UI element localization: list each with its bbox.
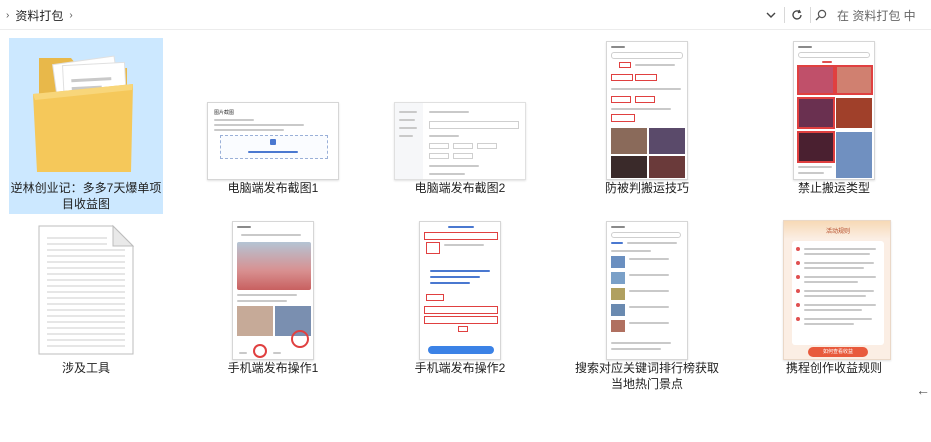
arrow-left-icon[interactable]: ←	[916, 382, 930, 398]
refresh-icon	[792, 9, 802, 20]
file-item-image[interactable]: 活动规则 如何查看收益 携程创作收益规则	[757, 218, 911, 376]
refresh-button[interactable]	[786, 6, 808, 24]
document-thumbnail	[9, 218, 163, 360]
file-item-image[interactable]: 禁止搬运类型	[757, 38, 911, 196]
file-name: 防被判搬运技巧	[604, 181, 689, 195]
breadcrumb: › 资料打包 ›	[6, 7, 73, 23]
folder-icon	[33, 55, 133, 172]
chevron-down-icon	[766, 12, 776, 18]
file-name: 手机端发布操作1	[227, 361, 319, 375]
chevron-right-icon[interactable]: ›	[6, 10, 9, 21]
thumb-heading: 图片截图	[214, 110, 235, 116]
file-name: 携程创作收益规则	[785, 361, 882, 375]
text-document-icon	[38, 224, 135, 355]
search-icon	[815, 9, 827, 21]
thumb-button-text: 如何查看收益	[822, 349, 853, 355]
image-thumbnail	[757, 38, 911, 180]
search-input[interactable]: 在 资料打包 中	[837, 7, 916, 24]
file-name: 手机端发布操作2	[414, 361, 506, 375]
toolbar-divider	[810, 7, 811, 23]
thumbnail-preview	[793, 41, 875, 180]
file-item-image[interactable]: 防被判搬运技巧	[570, 38, 724, 196]
file-item-document[interactable]: 涉及工具	[9, 218, 163, 376]
image-thumbnail	[570, 218, 724, 360]
history-dropdown-button[interactable]	[760, 6, 782, 24]
file-name: 禁止搬运类型	[797, 181, 870, 195]
breadcrumb-folder[interactable]: 资料打包	[15, 7, 63, 24]
image-thumbnail	[196, 218, 350, 360]
search-box[interactable]: 在 资料打包 中	[815, 5, 931, 25]
image-thumbnail: 活动规则 如何查看收益	[757, 218, 911, 360]
thumbnail-preview	[419, 221, 501, 360]
thumbnail-preview	[606, 41, 688, 180]
file-name: 逆林创业记：多多7天爆单项目收益图	[10, 181, 162, 211]
file-item-image[interactable]: 电脑端发布截图2	[383, 38, 537, 196]
thumbnail-preview	[394, 102, 526, 180]
thumbnail-preview	[232, 221, 314, 360]
thumbnail-preview: 图片截图	[207, 102, 339, 180]
chevron-right-icon[interactable]: ›	[69, 10, 72, 21]
image-thumbnail: 图片截图	[196, 38, 350, 180]
file-item-image[interactable]: 图片截图 电脑端发布截图1	[196, 38, 350, 196]
thumbnail-preview: 活动规则 如何查看收益	[783, 220, 891, 360]
file-name: 搜索对应关键词排行榜获取当地热门景点	[574, 361, 719, 391]
folder-thumbnail	[9, 38, 163, 180]
file-item-image[interactable]: 手机端发布操作1	[196, 218, 350, 376]
file-name: 涉及工具	[61, 361, 110, 375]
file-item-folder[interactable]: 逆林创业记：多多7天爆单项目收益图	[9, 38, 163, 214]
file-name: 电脑端发布截图1	[227, 181, 319, 195]
file-item-image[interactable]: 搜索对应关键词排行榜获取当地热门景点	[570, 218, 724, 392]
file-name: 电脑端发布截图2	[414, 181, 506, 195]
address-bar: › 资料打包 › 在 资料打包 中	[0, 0, 931, 30]
image-thumbnail	[383, 218, 537, 360]
image-thumbnail	[570, 38, 724, 180]
thumb-heading: 活动规则	[825, 229, 850, 235]
toolbar-divider	[784, 7, 785, 23]
file-item-image[interactable]: 手机端发布操作2	[383, 218, 537, 376]
image-thumbnail	[383, 38, 537, 180]
thumbnail-preview	[606, 221, 688, 360]
